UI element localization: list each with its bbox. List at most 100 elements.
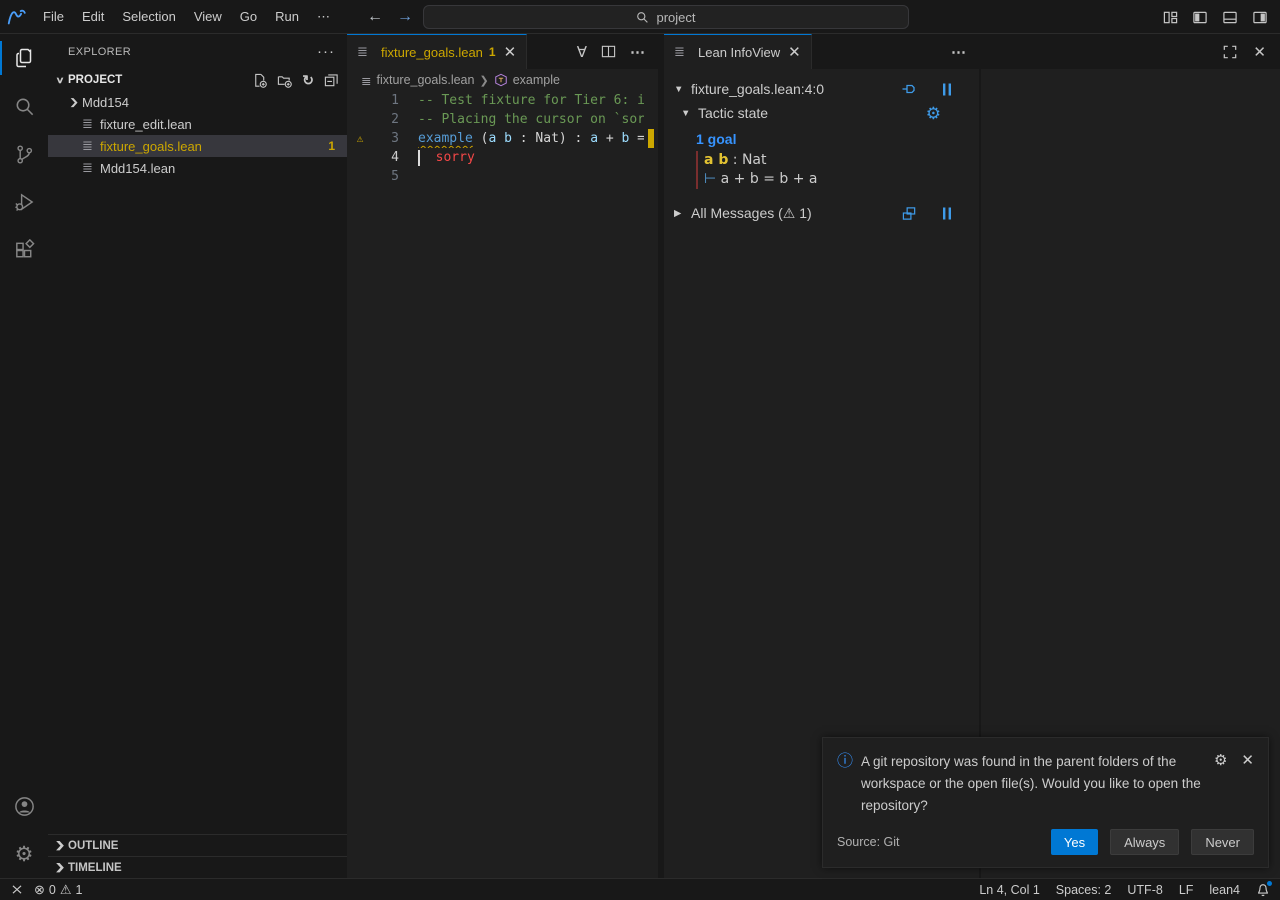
code-line: ⚠3 example (a b : Nat) : a + b = (347, 129, 644, 148)
collapse-all-icon[interactable] (324, 73, 339, 88)
tactic-state-header[interactable]: ▼ Tactic state ⚙ (674, 101, 969, 125)
chevron-right-icon: ❯ (49, 862, 71, 873)
settings-gear-icon[interactable]: ⚙ (0, 830, 48, 878)
remote-indicator-icon[interactable] (10, 883, 24, 896)
code-line: 1 -- Test fixture for Tier 6: in (347, 91, 644, 110)
lean-infoview-toggle-icon[interactable]: ∀ (577, 43, 587, 61)
menu-edit[interactable]: Edit (73, 5, 113, 29)
search-sidebar-icon[interactable] (0, 82, 48, 130)
menu-more[interactable]: ⋯ (308, 5, 339, 29)
notification-toast: ⓘ A git repository was found in the pare… (822, 737, 1269, 868)
code-line-active: 4 sorry (347, 148, 644, 167)
run-debug-icon[interactable] (0, 178, 48, 226)
goal-count: 1 goal (696, 131, 969, 147)
notification-message: A git repository was found in the parent… (861, 751, 1209, 817)
tree-item-mdd154-lean[interactable]: ≣ Mdd154.lean (48, 157, 347, 179)
encoding[interactable]: UTF-8 (1127, 883, 1162, 897)
notification-source: Source: Git (837, 835, 900, 849)
language-mode[interactable]: lean4 (1209, 883, 1240, 897)
always-button[interactable]: Always (1110, 829, 1179, 855)
problems-indicator[interactable]: ⊗ 0 ⚠ 1 (34, 883, 82, 897)
more-actions-icon[interactable]: ⋯ (630, 43, 646, 61)
close-icon[interactable]: ✕ (504, 43, 517, 61)
code-editor[interactable]: 1 -- Test fixture for Tier 6: in 2 -- Pl… (347, 91, 658, 878)
symbol-icon (494, 73, 508, 87)
editor-group-code: ≣ fixture_goals.lean 1 ✕ ∀ ⋯ ≣ (347, 34, 658, 878)
menu-file[interactable]: File (34, 5, 73, 29)
triangle-down-icon: ▼ (681, 108, 698, 119)
settings-gear-icon[interactable]: ⚙ (926, 105, 941, 122)
tab-strip: ≣ Lean InfoView ✕ ⋯ (664, 34, 979, 69)
nav-forward-icon[interactable]: → (397, 8, 413, 26)
menu-run[interactable]: Run (266, 5, 308, 29)
tree-item-folder-mdd154[interactable]: ❯ Mdd154 (48, 91, 347, 113)
menu-view[interactable]: View (185, 5, 231, 29)
close-group-icon[interactable]: ✕ (1253, 43, 1266, 61)
split-editor-icon[interactable] (601, 44, 616, 59)
error-count: 0 (49, 883, 56, 897)
explorer-title: EXPLORER (68, 46, 131, 58)
pause-updating-icon[interactable] (941, 207, 953, 220)
accounts-icon[interactable] (0, 782, 48, 830)
toggle-panel-icon[interactable] (1222, 10, 1238, 25)
source-control-icon[interactable] (0, 130, 48, 178)
menu-go[interactable]: Go (231, 5, 266, 29)
warning-count: 1 (76, 883, 83, 897)
goal-expression[interactable]: a + b = b + a (716, 171, 817, 187)
file-icon: ≣ (82, 138, 100, 154)
new-file-icon[interactable] (252, 73, 267, 88)
refresh-icon[interactable]: ↻ (302, 73, 314, 87)
command-center-search[interactable]: project (423, 5, 909, 29)
yes-button[interactable]: Yes (1051, 829, 1098, 855)
nav-back-icon[interactable]: ← (367, 8, 383, 26)
project-section-header[interactable]: ∨ PROJECT ↻ (48, 69, 347, 91)
chevron-right-icon: ❯ (49, 840, 71, 851)
all-messages-header[interactable]: ▶ All Messages (⚠ 1) (674, 201, 969, 225)
tab-fixture-goals[interactable]: ≣ fixture_goals.lean 1 ✕ (347, 34, 527, 69)
breadcrumb-file[interactable]: fixture_goals.lean (376, 73, 474, 87)
chevron-right-icon: ❯ (479, 74, 488, 87)
timeline-label: TIMELINE (68, 862, 122, 874)
triangle-down-icon: ▼ (674, 84, 691, 95)
open-messages-icon[interactable] (902, 206, 917, 221)
outline-section-header[interactable]: ❯ OUTLINE (48, 834, 347, 856)
tree-item-fixture-edit[interactable]: ≣ fixture_edit.lean (48, 113, 347, 135)
indentation[interactable]: Spaces: 2 (1056, 883, 1112, 897)
file-icon: ≣ (361, 73, 371, 88)
customize-layout-icon[interactable] (1163, 10, 1178, 25)
explorer-more-icon[interactable]: ··· (317, 43, 335, 60)
extensions-icon[interactable] (0, 226, 48, 274)
pause-updating-icon[interactable] (941, 83, 953, 96)
tab-warning-badge: 1 (489, 45, 496, 59)
status-bar: ⊗ 0 ⚠ 1 Ln 4, Col 1 Spaces: 2 UTF-8 LF l… (0, 878, 1280, 900)
goal-block: a b : Nat ⊢ a + b = b + a (696, 151, 969, 189)
tree-item-fixture-goals[interactable]: ≣ fixture_goals.lean 1 (48, 135, 347, 157)
breadcrumb[interactable]: ≣ fixture_goals.lean ❯ example (347, 69, 658, 91)
notification-settings-icon[interactable]: ⚙ (1214, 753, 1227, 768)
timeline-section-header[interactable]: ❯ TIMELINE (48, 856, 347, 878)
close-icon[interactable]: ✕ (788, 43, 801, 61)
toggle-secondary-sidebar-icon[interactable] (1252, 10, 1268, 25)
file-label: Mdd154.lean (100, 161, 175, 176)
title-bar: File Edit Selection View Go Run ⋯ ← → pr… (0, 0, 1280, 34)
tab-lean-infoview[interactable]: ≣ Lean InfoView ✕ (664, 34, 812, 69)
close-icon[interactable]: ✕ (1241, 753, 1254, 768)
breadcrumb-symbol[interactable]: example (513, 73, 560, 87)
toggle-primary-sidebar-icon[interactable] (1192, 10, 1208, 25)
never-button[interactable]: Never (1191, 829, 1254, 855)
pin-icon[interactable] (901, 81, 917, 97)
file-icon: ≣ (357, 44, 375, 60)
menu-selection[interactable]: Selection (113, 5, 184, 29)
explorer-icon[interactable] (0, 34, 48, 82)
infoview-location-header[interactable]: ▼ fixture_goals.lean:4:0 (674, 77, 969, 101)
more-actions-icon[interactable]: ⋯ (951, 43, 967, 61)
search-text: project (656, 10, 695, 25)
overview-ruler[interactable] (644, 91, 658, 878)
outline-label: OUTLINE (68, 840, 118, 852)
eol-sequence[interactable]: LF (1179, 883, 1194, 897)
notifications-bell-icon[interactable] (1256, 883, 1270, 897)
maximize-group-icon[interactable] (1223, 45, 1237, 59)
hypothesis-names[interactable]: a b (704, 152, 728, 168)
cursor-position[interactable]: Ln 4, Col 1 (979, 883, 1039, 897)
new-folder-icon[interactable] (277, 73, 292, 88)
